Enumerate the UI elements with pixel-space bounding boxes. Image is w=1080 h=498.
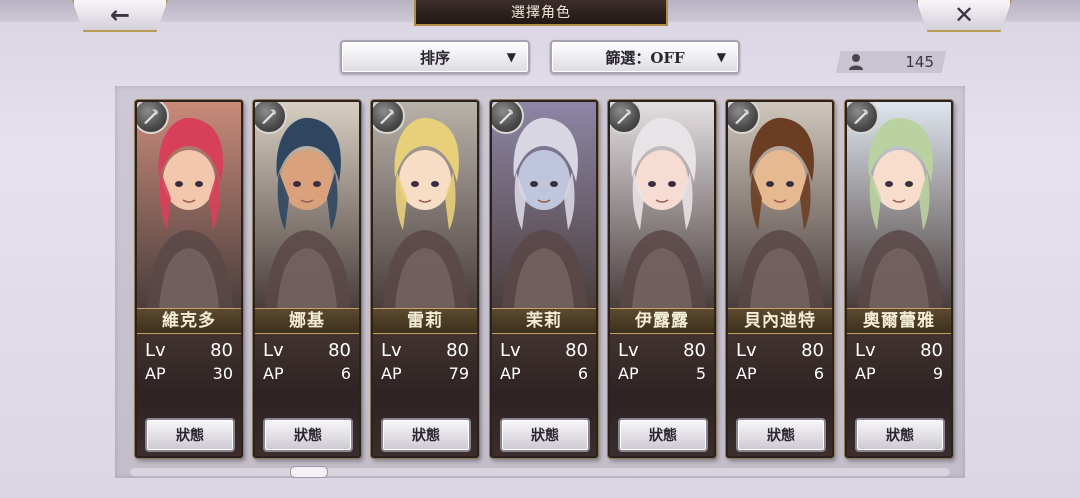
character-name: 伊露露	[610, 308, 714, 334]
ap-row: AP 6	[261, 364, 353, 386]
level-label: Lv	[381, 340, 402, 361]
character-name: 貝內迪特	[728, 308, 832, 334]
ap-value: 6	[577, 364, 588, 383]
status-button[interactable]: 狀態	[263, 418, 353, 452]
character-card[interactable]: 貝內迪特 Lv 80 AP 6 狀態	[726, 100, 834, 458]
user-icon	[849, 54, 863, 70]
ap-value: 79	[448, 364, 469, 383]
level-row: Lv 80	[379, 340, 471, 362]
character-name: 維克多	[137, 308, 241, 334]
character-info: 維克多 Lv 80 AP 30 狀態	[137, 308, 241, 456]
level-row: Lv 80	[143, 340, 235, 362]
sort-label: 排序	[419, 48, 450, 67]
back-arrow-icon: ←	[109, 1, 131, 29]
character-info: 伊露露 Lv 80 AP 5 狀態	[610, 308, 714, 456]
character-count-badge: 145	[836, 51, 946, 73]
character-card[interactable]: 雷莉 Lv 80 AP 79 狀態	[371, 100, 479, 458]
character-name: 雷莉	[373, 308, 477, 334]
back-button[interactable]: ←	[72, 0, 168, 32]
character-info: 貝內迪特 Lv 80 AP 6 狀態	[728, 308, 832, 456]
character-info: 娜基 Lv 80 AP 6 狀態	[255, 308, 359, 456]
status-button[interactable]: 狀態	[855, 418, 945, 452]
character-info: 茉莉 Lv 80 AP 6 狀態	[492, 308, 596, 456]
ap-value: 6	[340, 364, 351, 383]
level-label: Lv	[145, 340, 166, 361]
level-label: Lv	[263, 340, 284, 361]
level-row: Lv 80	[498, 340, 590, 362]
close-button[interactable]: ✕	[916, 0, 1012, 32]
ap-value: 30	[212, 364, 233, 383]
character-name: 娜基	[255, 308, 359, 334]
level-row: Lv 80	[261, 340, 353, 362]
close-icon: ✕	[953, 1, 975, 29]
status-button[interactable]: 狀態	[145, 418, 235, 452]
character-card[interactable]: 娜基 Lv 80 AP 6 狀態	[253, 100, 361, 458]
ap-value: 9	[932, 364, 943, 383]
level-label: Lv	[618, 340, 639, 361]
character-name: 奧爾蕾雅	[847, 308, 951, 334]
ap-label: AP	[263, 364, 284, 383]
ap-value: 6	[813, 364, 824, 383]
ap-label: AP	[855, 364, 876, 383]
ap-row: AP 6	[734, 364, 826, 386]
ap-row: AP 9	[853, 364, 945, 386]
character-name: 茉莉	[492, 308, 596, 334]
level-value: 80	[210, 340, 233, 361]
ap-label: AP	[500, 364, 521, 383]
status-button[interactable]: 狀態	[381, 418, 471, 452]
page-title: 選擇角色	[414, 0, 668, 26]
ap-row: AP 30	[143, 364, 235, 386]
scrollbar-thumb[interactable]	[290, 466, 328, 478]
character-card[interactable]: 奧爾蕾雅 Lv 80 AP 9 狀態	[845, 100, 953, 458]
level-row: Lv 80	[616, 340, 708, 362]
level-value: 80	[565, 340, 588, 361]
ap-row: AP 6	[498, 364, 590, 386]
filter-dropdown[interactable]: 篩選：OFF ▼	[550, 40, 740, 74]
horizontal-scrollbar[interactable]	[130, 466, 950, 478]
level-value: 80	[446, 340, 469, 361]
ap-label: AP	[145, 364, 166, 383]
level-label: Lv	[736, 340, 757, 361]
ap-label: AP	[618, 364, 639, 383]
character-card[interactable]: 伊露露 Lv 80 AP 5 狀態	[608, 100, 716, 458]
level-row: Lv 80	[734, 340, 826, 362]
level-label: Lv	[855, 340, 876, 361]
ap-value: 5	[695, 364, 706, 383]
status-button[interactable]: 狀態	[618, 418, 708, 452]
level-row: Lv 80	[853, 340, 945, 362]
ap-row: AP 5	[616, 364, 708, 386]
character-info: 雷莉 Lv 80 AP 79 狀態	[373, 308, 477, 456]
status-button[interactable]: 狀態	[500, 418, 590, 452]
level-value: 80	[920, 340, 943, 361]
character-card[interactable]: 茉莉 Lv 80 AP 6 狀態	[490, 100, 598, 458]
level-value: 80	[683, 340, 706, 361]
chevron-down-icon: ▼	[506, 50, 516, 64]
ap-label: AP	[381, 364, 402, 383]
character-card[interactable]: 維克多 Lv 80 AP 30 狀態	[135, 100, 243, 458]
ap-row: AP 79	[379, 364, 471, 386]
status-button[interactable]: 狀態	[736, 418, 826, 452]
chevron-down-icon: ▼	[716, 50, 726, 64]
sort-dropdown[interactable]: 排序 ▼	[340, 40, 530, 74]
character-count: 145	[905, 53, 934, 71]
level-label: Lv	[500, 340, 521, 361]
filter-label: 篩選：OFF	[605, 48, 685, 67]
character-info: 奧爾蕾雅 Lv 80 AP 9 狀態	[847, 308, 951, 456]
level-value: 80	[801, 340, 824, 361]
ap-label: AP	[736, 364, 757, 383]
level-value: 80	[328, 340, 351, 361]
